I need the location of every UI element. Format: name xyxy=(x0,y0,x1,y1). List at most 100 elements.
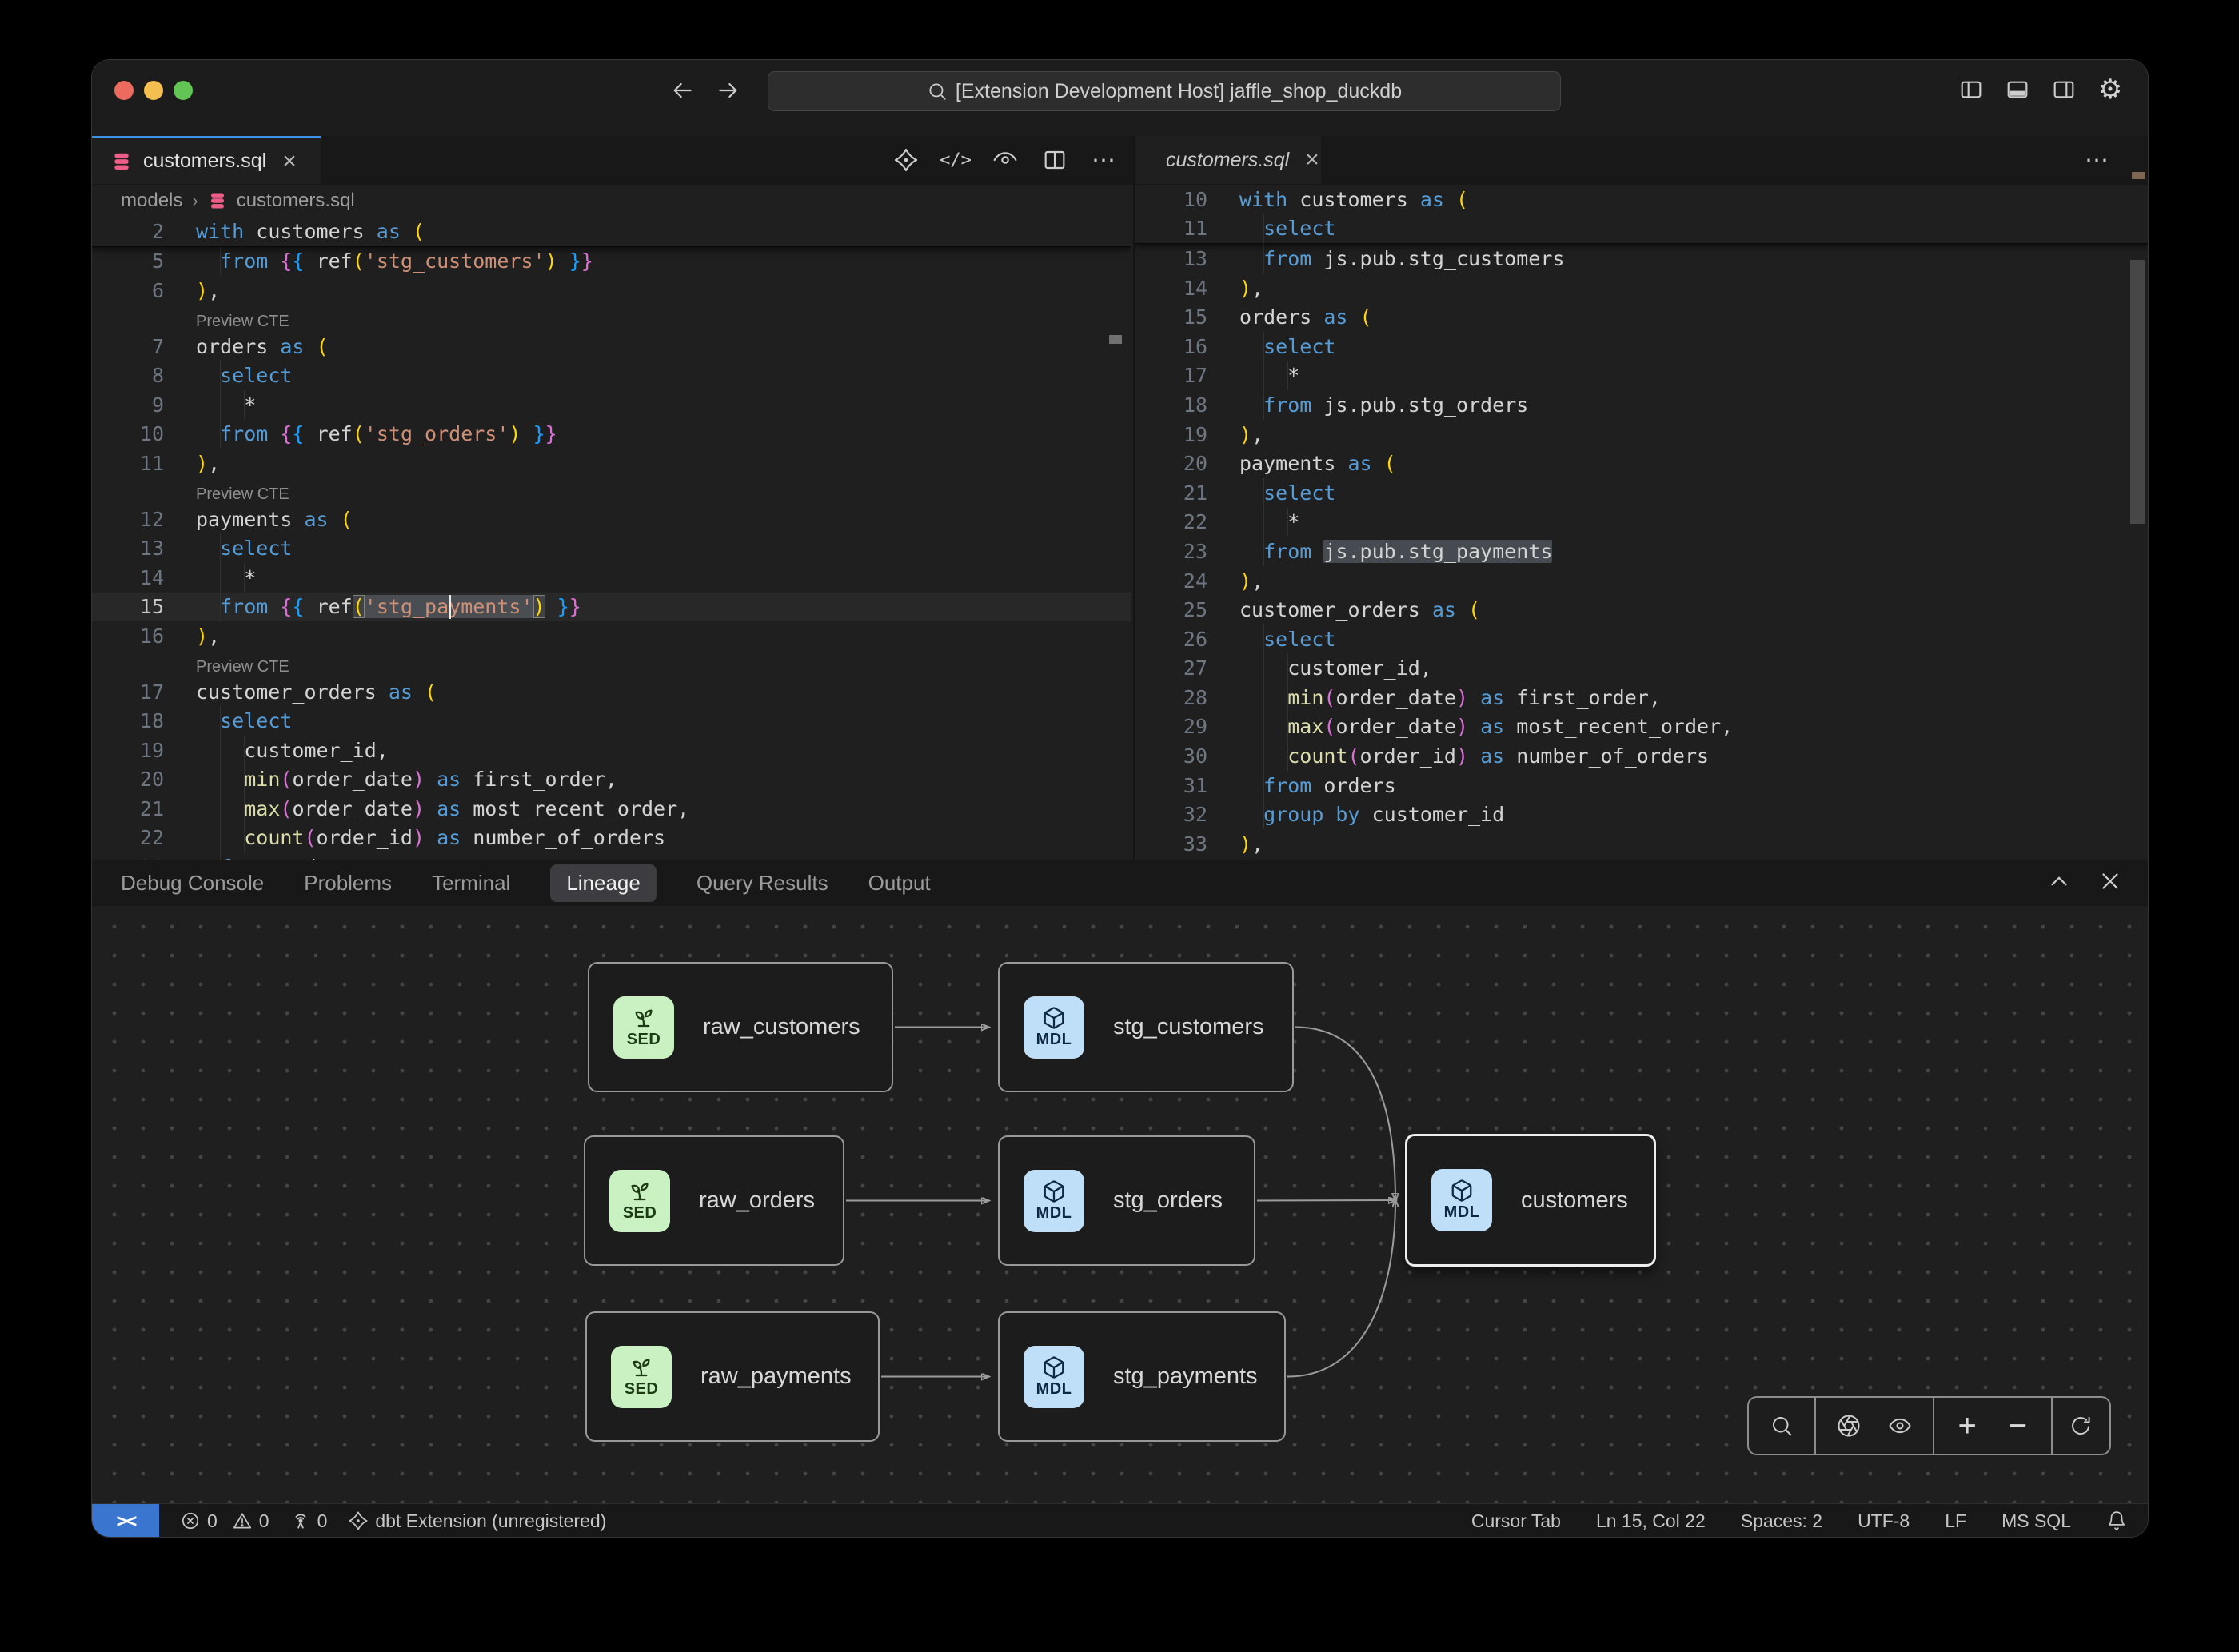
code-line-17[interactable]: 17 * xyxy=(1135,361,2148,391)
code-line-20[interactable]: 20payments as ( xyxy=(1135,449,2148,478)
code-line-30[interactable]: 30 count(order_id) as number_of_orders xyxy=(1135,741,2148,771)
maximize-window-button[interactable] xyxy=(174,81,193,100)
panel-tab-output[interactable]: Output xyxy=(868,871,931,896)
code-line-10[interactable]: 10 from {{ ref('stg_orders') }} xyxy=(92,420,1131,449)
refresh-icon[interactable] xyxy=(2063,1408,2098,1443)
breadcrumb-folder[interactable]: models xyxy=(121,190,182,212)
eol-status[interactable]: LF xyxy=(1945,1510,1966,1532)
code-line-21[interactable]: 21 select xyxy=(1135,478,2148,508)
code-line-22[interactable]: 22 * xyxy=(1135,508,2148,537)
panel-tab-debug-console[interactable]: Debug Console xyxy=(121,871,264,896)
close-tab-icon[interactable]: × xyxy=(1305,146,1319,174)
code-line-17[interactable]: 17customer_orders as ( xyxy=(92,677,1131,707)
code-line-14[interactable]: 14), xyxy=(1135,273,2148,303)
code-line-14[interactable]: 14 * xyxy=(92,563,1131,593)
breadcrumb[interactable]: models › customers.sql xyxy=(92,185,1131,217)
code-line-5[interactable]: 5 from {{ ref('stg_customers') }} xyxy=(92,247,1131,277)
problems-status[interactable]: 0 0 xyxy=(180,1510,269,1532)
code-line-9[interactable]: 9 * xyxy=(92,390,1131,420)
maximize-panel-icon[interactable] xyxy=(2044,866,2074,896)
close-panel-icon[interactable] xyxy=(2095,866,2125,896)
code-line-27[interactable]: 27 customer_id, xyxy=(1135,654,2148,684)
dbt-extension-status[interactable]: dbt Extension (unregistered) xyxy=(348,1510,606,1532)
code-line-32[interactable]: 32 group by customer_id xyxy=(1135,800,2148,829)
code-line-20[interactable]: 20 min(order_date) as first_order, xyxy=(92,765,1131,795)
close-tab-icon[interactable]: × xyxy=(282,148,297,175)
code-line-11[interactable]: 11 select xyxy=(1135,214,2148,244)
code-line-19[interactable]: 19 customer_id, xyxy=(92,736,1131,765)
lineage-node-raw_orders[interactable]: SEDraw_orders xyxy=(584,1135,844,1266)
dbt-icon[interactable] xyxy=(892,146,920,174)
editor-right[interactable]: 10with customers as (11 select 13 from j… xyxy=(1135,185,2148,860)
panel-tab-problems[interactable]: Problems xyxy=(304,871,392,896)
code-line-16[interactable]: 16), xyxy=(92,621,1131,651)
lineage-node-stg_payments[interactable]: MDLstg_payments xyxy=(998,1311,1286,1442)
split-editor-icon[interactable] xyxy=(1040,146,1069,174)
tab-customers-sql-left[interactable]: customers.sql × xyxy=(92,136,321,184)
code-line-23[interactable]: 23 from orders xyxy=(92,852,1131,860)
code-line-2[interactable]: 2with customers as ( xyxy=(92,217,1131,246)
code-line-26[interactable]: 26 select xyxy=(1135,624,2148,654)
aperture-icon[interactable] xyxy=(1831,1408,1866,1443)
code-line-31[interactable]: 31 from orders xyxy=(1135,771,2148,800)
code-line-33[interactable]: 33), xyxy=(1135,829,2148,859)
lineage-node-stg_orders[interactable]: MDLstg_orders xyxy=(998,1135,1255,1266)
codelens-preview-cte[interactable]: Preview CTE xyxy=(92,305,1131,332)
preview-eye-icon[interactable] xyxy=(991,146,1020,174)
tab-customers-sql-right[interactable]: customers.sql × xyxy=(1135,136,1321,184)
panel-tab-query-results[interactable]: Query Results xyxy=(696,871,828,896)
more-actions-icon[interactable]: ⋯ xyxy=(2083,146,2112,174)
search-icon[interactable] xyxy=(1764,1408,1799,1443)
code-line-11[interactable]: 11), xyxy=(92,449,1131,478)
code-line-6[interactable]: 6), xyxy=(92,276,1131,305)
gear-icon[interactable]: ⚙ xyxy=(2097,76,2124,103)
lineage-node-stg_customers[interactable]: MDLstg_customers xyxy=(998,962,1294,1092)
code-line-28[interactable]: 28 min(order_date) as first_order, xyxy=(1135,683,2148,712)
cursor-mode-status[interactable]: Cursor Tab xyxy=(1471,1510,1561,1532)
code-line-25[interactable]: 25customer_orders as ( xyxy=(1135,595,2148,624)
encoding-status[interactable]: UTF-8 xyxy=(1858,1510,1910,1532)
code-line-18[interactable]: 18 select xyxy=(92,706,1131,736)
panel-tab-terminal[interactable]: Terminal xyxy=(432,871,510,896)
code-line-13[interactable]: 13 select xyxy=(92,533,1131,563)
lineage-canvas[interactable]: SEDraw_customers MDLstg_customers SEDraw_o… xyxy=(92,906,2148,1503)
back-icon[interactable] xyxy=(669,78,695,103)
code-line-24[interactable]: 24), xyxy=(1135,566,2148,596)
scrollbar-right-editor[interactable] xyxy=(2130,260,2145,524)
cursor-position-status[interactable]: Ln 15, Col 22 xyxy=(1596,1510,1706,1532)
lineage-node-raw_customers[interactable]: SEDraw_customers xyxy=(588,962,893,1092)
zoom-out-icon[interactable]: − xyxy=(2000,1408,2035,1443)
code-line-18[interactable]: 18 from js.pub.stg_orders xyxy=(1135,390,2148,420)
lineage-node-customers[interactable]: MDLcustomers xyxy=(1405,1134,1656,1267)
code-line-29[interactable]: 29 max(order_date) as most_recent_order, xyxy=(1135,712,2148,742)
code-line-8[interactable]: 8 select xyxy=(92,361,1131,390)
editor-left[interactable]: 2with customers as ( 5 from {{ ref('stg_… xyxy=(92,217,1131,860)
toggle-secondary-sidebar-icon[interactable] xyxy=(2050,76,2077,103)
toggle-primary-sidebar-icon[interactable] xyxy=(1958,76,1985,103)
code-line-22[interactable]: 22 count(order_id) as number_of_orders xyxy=(92,824,1131,853)
forward-icon[interactable] xyxy=(716,78,741,103)
eye-icon[interactable] xyxy=(1882,1408,1918,1443)
minimize-window-button[interactable] xyxy=(144,81,163,100)
more-actions-icon[interactable]: ⋯ xyxy=(1090,146,1119,174)
language-mode-status[interactable]: MS SQL xyxy=(2002,1510,2071,1532)
code-line-7[interactable]: 7orders as ( xyxy=(92,332,1131,361)
indentation-status[interactable]: Spaces: 2 xyxy=(1741,1510,1822,1532)
code-line-13[interactable]: 13 from js.pub.stg_customers xyxy=(1135,244,2148,273)
code-line-15[interactable]: 15orders as ( xyxy=(1135,302,2148,332)
editor-group-divider[interactable] xyxy=(1133,136,1135,860)
code-line-16[interactable]: 16 select xyxy=(1135,332,2148,361)
codelens-preview-cte[interactable]: Preview CTE xyxy=(92,651,1131,677)
code-line-12[interactable]: 12payments as ( xyxy=(92,505,1131,534)
zoom-in-icon[interactable]: + xyxy=(1950,1408,1985,1443)
remote-indicator[interactable]: >< xyxy=(92,1504,159,1537)
panel-tab-lineage[interactable]: Lineage xyxy=(550,864,657,902)
compiled-code-icon[interactable]: </> xyxy=(941,146,970,174)
command-center-search[interactable]: [Extension Development Host] jaffle_shop… xyxy=(768,71,1561,111)
code-line-19[interactable]: 19), xyxy=(1135,420,2148,449)
code-line-15[interactable]: 15 from {{ ref('stg_payments') }} xyxy=(92,593,1131,622)
breadcrumb-file[interactable]: customers.sql xyxy=(237,190,355,212)
codelens-preview-cte[interactable]: Preview CTE xyxy=(92,478,1131,505)
ports-status[interactable]: 0 xyxy=(290,1510,328,1532)
toggle-panel-icon[interactable] xyxy=(2004,76,2031,103)
